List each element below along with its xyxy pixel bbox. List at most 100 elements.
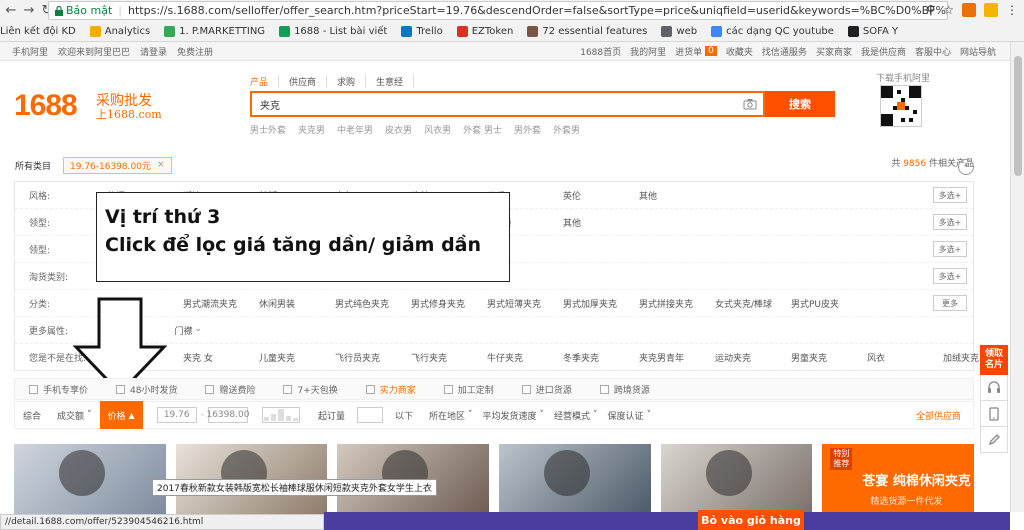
phone-icon[interactable] (980, 401, 1008, 427)
filter-option[interactable]: 男式加厚夹克 (563, 297, 639, 310)
bookmark-item[interactable]: 1. P.MARKETTING (164, 26, 265, 37)
search-box[interactable]: 夹克 (250, 91, 765, 117)
product-card[interactable] (660, 444, 813, 514)
topbar-link[interactable]: 我是供应商 (861, 45, 906, 58)
hot-word-link[interactable]: 外套 男士 (463, 123, 502, 136)
checkbox-box[interactable] (521, 384, 531, 394)
topbar-link[interactable]: 找信通服务 (762, 45, 807, 58)
bookmark-item[interactable]: 72 essential features (527, 26, 647, 37)
checkbox-box[interactable] (116, 384, 126, 394)
headset-icon[interactable] (980, 375, 1008, 401)
topbar-link[interactable]: 网站导航 (960, 45, 996, 58)
search-tab[interactable]: 求购 (327, 75, 367, 88)
bookmark-item[interactable]: web (661, 26, 697, 37)
service-checkbox[interactable]: 48小时发货 (116, 383, 177, 396)
hot-word-link[interactable]: 中老年男 (337, 123, 373, 136)
ad-banner[interactable]: 特别 推荐 苍宴 纯棉休闲夹克 精选货源一件代发 (822, 444, 975, 514)
topbar-link[interactable]: 免费注册 (177, 45, 213, 58)
filter-option[interactable]: 休闲男装 (259, 297, 335, 310)
filter-option[interactable]: 夹克男青年 (639, 351, 715, 364)
topbar-link[interactable]: 收藏夹 (726, 45, 753, 58)
close-icon[interactable]: × (157, 160, 165, 170)
multi-select-button[interactable]: 多选+ (933, 241, 967, 257)
filter-option[interactable]: 儿童夹克 (259, 351, 335, 364)
search-tab[interactable]: 供应商 (279, 75, 328, 88)
service-checkbox[interactable]: 加工定制 (443, 383, 494, 396)
extension-icon-2[interactable] (984, 3, 998, 17)
checkbox-box[interactable] (443, 384, 453, 394)
sort-price-button[interactable]: 价格 ▲ (99, 401, 143, 429)
service-checkbox[interactable]: 进口货源 (521, 383, 572, 396)
filter-option[interactable]: 男式拼接夹克 (639, 297, 715, 310)
forward-icon[interactable]: → (20, 1, 38, 19)
hot-word-link[interactable]: 男外套 (514, 123, 541, 136)
add-to-cart-button[interactable]: Bỏ vào giỏ hàng (698, 510, 804, 530)
zoom-icon[interactable]: ⚲ (926, 3, 935, 17)
checkbox-box[interactable] (365, 384, 375, 394)
filter-option[interactable]: 男童夹克 (791, 351, 867, 364)
logo-1688[interactable]: 1688 (14, 89, 78, 123)
price-min-input[interactable]: 19.76 (156, 407, 197, 423)
filter-option[interactable]: 男式潮流夹克 (183, 297, 259, 310)
filter-option[interactable]: 男式短薄夹克 (487, 297, 563, 310)
certify-select[interactable]: 保度认证 ˅ (608, 409, 652, 422)
topbar-link[interactable]: 欢迎来到阿里巴巴 (58, 45, 130, 58)
price-distribution-bars[interactable] (261, 407, 300, 423)
scrollbar-thumb[interactable] (1014, 56, 1022, 176)
topbar-link[interactable]: 手机阿里 (12, 45, 48, 58)
filter-option[interactable]: 运动夹克 (715, 351, 791, 364)
filter-option[interactable]: 风衣 (867, 351, 943, 364)
filter-option[interactable]: 门襟 (175, 324, 245, 337)
service-checkbox[interactable]: 跨境货源 (599, 383, 650, 396)
bookmark-item[interactable]: Trello (401, 26, 443, 37)
extension-icon-1[interactable] (962, 3, 976, 17)
region-select[interactable]: 所在地区 ˅ (429, 409, 473, 422)
bookmark-item[interactable]: SOFA Y (847, 26, 898, 37)
card-button[interactable]: 领取 名片 (980, 345, 1008, 375)
checkbox-box[interactable] (29, 384, 38, 394)
search-tab[interactable]: 生意经 (366, 75, 415, 88)
multi-select-button[interactable]: 多选+ (933, 187, 967, 203)
bookmark-item[interactable]: Analytics (89, 26, 150, 37)
camera-icon[interactable] (743, 98, 757, 110)
filter-option[interactable]: 飞行员夹克 (335, 351, 411, 364)
back-icon[interactable]: ← (2, 1, 20, 19)
topbar-link[interactable]: 1688首页 (580, 45, 621, 58)
topbar-link[interactable]: 我的阿里 (630, 45, 666, 58)
filter-option[interactable]: 男式PU皮夹 (791, 297, 867, 310)
search-input[interactable]: 夹克 (260, 97, 280, 112)
filter-option[interactable]: 英伦 (563, 189, 639, 202)
hot-word-link[interactable]: 皮衣男 (385, 123, 412, 136)
topbar-link[interactable]: 请登录 (140, 45, 167, 58)
multi-select-button[interactable]: 多选+ (933, 268, 967, 284)
service-checkbox[interactable]: 7+天包换 (283, 383, 338, 396)
secure-indicator[interactable]: Bảo mật (55, 4, 112, 17)
filter-option[interactable]: 男式修身夹克 (411, 297, 487, 310)
bookmark-item[interactable]: EZToken (456, 26, 513, 37)
filter-option[interactable]: 牛仔夹克 (487, 351, 563, 364)
delivery-select[interactable]: 平均发货速度 ˅ (483, 409, 545, 422)
hot-word-link[interactable]: 男士外套 (250, 123, 286, 136)
filter-option[interactable]: 其他 (639, 189, 715, 202)
hot-word-link[interactable]: 夹克男 (298, 123, 325, 136)
product-card[interactable] (14, 444, 166, 514)
moq-input[interactable] (356, 407, 383, 423)
checkbox-box[interactable] (599, 384, 609, 394)
filter-option[interactable]: 飞行夹克 (411, 351, 487, 364)
address-bar[interactable]: Bảo mật | https://s.1688.com/selloffer/o… (48, 1, 948, 20)
menu-icon[interactable]: ⋮ (1006, 3, 1018, 17)
checkbox-box[interactable] (205, 384, 215, 394)
filter-option[interactable]: 女式夹克/棒球 (715, 297, 791, 310)
filter-option[interactable]: 冬季夹克 (563, 351, 639, 364)
price-filter-tag[interactable]: 19.76-16398.00元 × (63, 156, 172, 174)
hot-word-link[interactable]: 外套男 (553, 123, 580, 136)
topbar-link[interactable]: 客服中心 (915, 45, 951, 58)
all-suppliers-link[interactable]: 全部供应商 (916, 409, 973, 422)
product-card[interactable] (499, 444, 651, 514)
service-checkbox[interactable]: 赠送费险 (205, 383, 255, 396)
star-icon[interactable]: ☆ (943, 3, 954, 17)
hot-word-link[interactable]: 风衣男 (424, 123, 451, 136)
bookmark-item[interactable]: 1688 - List bài viết (279, 26, 387, 37)
topbar-link[interactable]: 买家商家 (816, 45, 852, 58)
bookmark-item[interactable]: các dạng QC youtube (711, 26, 834, 37)
